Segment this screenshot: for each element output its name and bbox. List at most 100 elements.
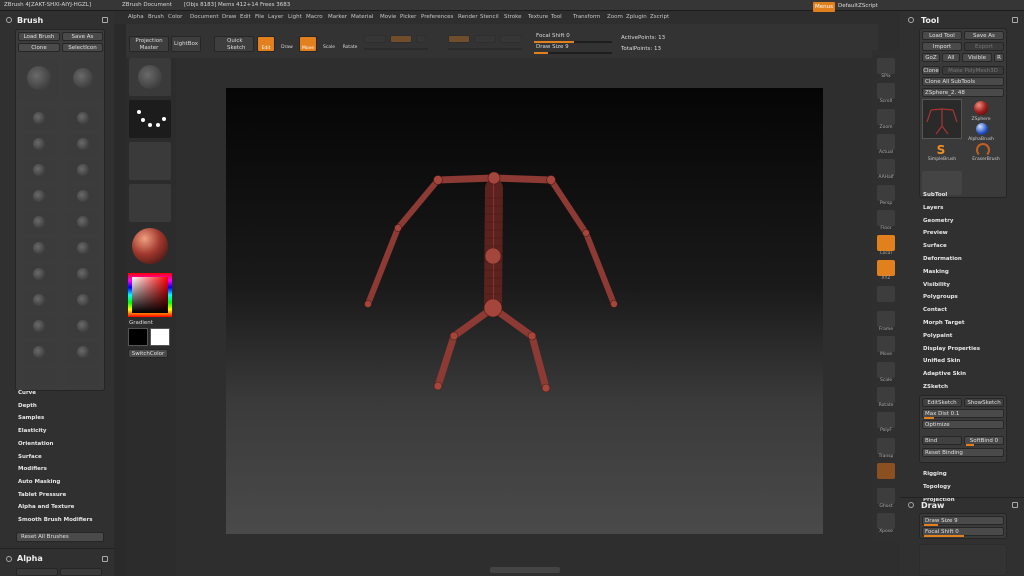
tool-subpalette-morph-target[interactable]: Morph Target — [923, 320, 965, 326]
menu-item-preferences[interactable]: Preferences — [421, 14, 453, 20]
goz-visible-button[interactable]: Visible — [962, 53, 992, 62]
shelf-button-ghost[interactable] — [877, 488, 895, 505]
bind-button[interactable]: Bind — [922, 436, 962, 445]
brush-thumb[interactable] — [67, 290, 99, 312]
panel-close-icon[interactable] — [102, 556, 108, 562]
tool-subpalette-unified-skin[interactable]: Unified Skin — [923, 358, 960, 364]
alpha-brush-icon[interactable] — [976, 123, 988, 135]
make-polymesh-button[interactable]: Make PolyMesh3D — [942, 66, 1004, 75]
brush-thumb[interactable] — [23, 108, 55, 130]
tool-subpalette-deformation[interactable]: Deformation — [923, 256, 962, 262]
stroke-button[interactable] — [129, 100, 171, 138]
material-button[interactable] — [129, 226, 171, 266]
edit-mode-button[interactable]: Edit — [257, 36, 275, 52]
tool-subpalette-topology[interactable]: Topology — [923, 484, 951, 490]
brush-subpalette-samples[interactable]: Samples — [18, 415, 44, 421]
menu-item-render[interactable]: Render — [458, 14, 478, 20]
tool-subpalette-visibility[interactable]: Visibility — [923, 282, 950, 288]
focal-shift-slider[interactable] — [534, 41, 612, 43]
goz-r-button[interactable]: R — [994, 53, 1004, 62]
tool-subpalette-zsketch[interactable]: ZSketch — [923, 384, 948, 390]
current-tool-slider[interactable]: ZSphere_2. 48 — [922, 88, 1004, 97]
move-mode-button[interactable]: Move — [299, 36, 317, 52]
menu-item-light[interactable]: Light — [288, 14, 302, 20]
default-zscript-button[interactable]: DefaultZScript — [838, 3, 878, 9]
brush-subpalette-alpha-and-texture[interactable]: Alpha and Texture — [18, 504, 74, 510]
zsphere-figure[interactable] — [226, 88, 823, 534]
brush-thumb[interactable] — [23, 264, 55, 286]
brush-thumb[interactable] — [23, 316, 55, 338]
show-sketch-button[interactable]: ShowSketch — [964, 398, 1004, 407]
menu-item-stencil[interactable]: Stencil — [480, 14, 499, 20]
menu-item-edit[interactable]: Edit — [240, 14, 251, 20]
brush-thumb[interactable] — [67, 264, 99, 286]
menu-item-color[interactable]: Color — [168, 14, 182, 20]
brush-subpalette-modifiers[interactable]: Modifiers — [18, 466, 47, 472]
simple-brush-icon[interactable]: S — [934, 143, 948, 157]
bottom-tray-handle[interactable] — [490, 567, 560, 573]
main-color-swatch[interactable] — [128, 328, 148, 346]
document-canvas[interactable] — [226, 88, 823, 534]
quick-sketch-button[interactable]: Quick Sketch — [214, 36, 254, 52]
tool-subpalette-rigging[interactable]: Rigging — [923, 471, 947, 477]
panel-dock-icon[interactable] — [6, 556, 12, 562]
panel-dock-icon[interactable] — [908, 17, 914, 23]
current-brush-button[interactable] — [129, 58, 171, 96]
switch-color-button[interactable]: SwitchColor — [128, 349, 168, 358]
menu-item-draw[interactable]: Draw — [222, 14, 236, 20]
lightbox-button[interactable]: LightBox — [171, 36, 201, 52]
brush-thumb[interactable] — [67, 316, 99, 338]
shelf-button-spix[interactable] — [877, 58, 895, 74]
tool-subpalette-subtool[interactable]: SubTool — [923, 192, 947, 198]
panel-dock-icon[interactable] — [6, 17, 12, 23]
brush-subpalette-orientation[interactable]: Orientation — [18, 441, 53, 447]
alpha-import-button[interactable] — [16, 568, 58, 576]
shelf-button-xyz[interactable] — [877, 260, 895, 277]
brush-subpalette-curve[interactable]: Curve — [18, 390, 36, 396]
menu-item-macro[interactable]: Macro — [306, 14, 323, 20]
tool-subpalette-surface[interactable]: Surface — [923, 243, 947, 249]
brush-thumb[interactable] — [67, 212, 99, 234]
select-icon-button[interactable]: SelectIcon — [62, 43, 103, 52]
menu-item-movie[interactable]: Movie — [380, 14, 396, 20]
menu-item-picker[interactable]: Picker — [400, 14, 416, 20]
draw-mode-button[interactable]: Draw — [278, 36, 296, 52]
brush-subpalette-depth[interactable]: Depth — [18, 403, 37, 409]
menu-item-transform[interactable]: Transform — [573, 14, 600, 20]
shelf-button-floor[interactable] — [877, 209, 895, 226]
menu-item-document[interactable]: Document — [190, 14, 219, 20]
tool-subpalette-adaptive-skin[interactable]: Adaptive Skin — [923, 371, 966, 377]
menu-item-tool[interactable]: Tool — [551, 14, 562, 20]
shelf-button-unnamed[interactable] — [877, 462, 895, 479]
color-picker[interactable] — [128, 273, 172, 317]
menu-item-zplugin[interactable]: Zplugin — [626, 14, 647, 20]
zsphere-tool-icon[interactable] — [974, 101, 988, 115]
tool-subpalette-contact[interactable]: Contact — [923, 307, 947, 313]
menu-item-stroke[interactable]: Stroke — [504, 14, 522, 20]
shelf-button-scale[interactable] — [877, 361, 895, 378]
menu-item-material[interactable]: Material — [351, 14, 373, 20]
menu-item-layer[interactable]: Layer — [268, 14, 283, 20]
tool-subpalette-polygroups[interactable]: Polygroups — [923, 294, 958, 300]
menu-item-brush[interactable]: Brush — [148, 14, 164, 20]
tool-subpalette-layers[interactable]: Layers — [923, 205, 943, 211]
brush-thumb[interactable] — [67, 238, 99, 260]
brush-thumb[interactable] — [67, 186, 99, 208]
brush-thumb[interactable] — [23, 238, 55, 260]
clone-all-subtools-button[interactable]: Clone All SubTools — [922, 77, 1004, 86]
max-dist-slider[interactable]: Max Dist 0.1 — [922, 409, 1004, 418]
optimize-button[interactable]: Optimize — [922, 420, 1004, 429]
shelf-button-zoom[interactable] — [877, 108, 895, 125]
shelf-button-unnamed[interactable] — [877, 285, 895, 302]
save-as-tool-button[interactable]: Save As — [964, 31, 1004, 40]
shelf-button-scroll[interactable] — [877, 83, 895, 100]
brush-subpalette-tablet-pressure[interactable]: Tablet Pressure — [18, 492, 66, 498]
brush-thumb[interactable] — [23, 134, 55, 156]
brush-subpalette-surface[interactable]: Surface — [18, 454, 42, 460]
brush-thumb[interactable] — [67, 342, 99, 364]
secondary-color-swatch[interactable] — [150, 328, 170, 346]
panel-dock-icon[interactable] — [908, 502, 914, 508]
brush-thumb[interactable] — [67, 108, 99, 130]
brush-thumb[interactable] — [23, 160, 55, 182]
current-brush-thumb[interactable] — [19, 58, 59, 100]
